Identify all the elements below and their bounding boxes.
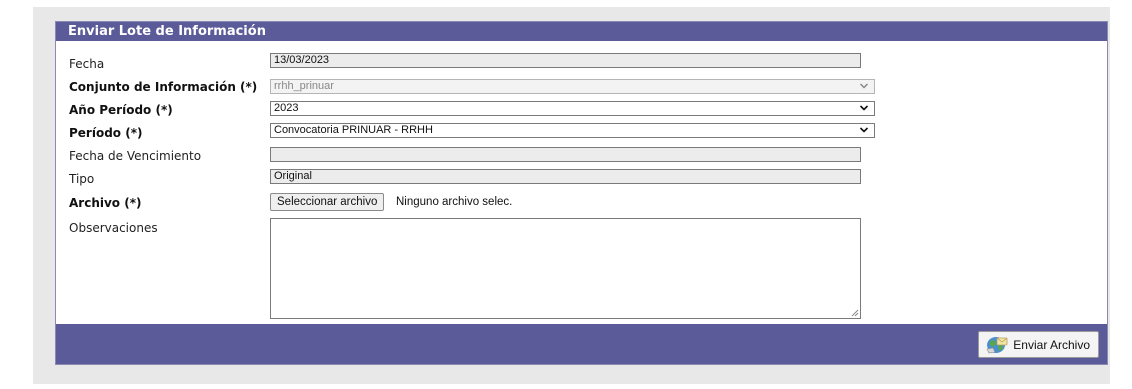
anio-select[interactable]: 2023 bbox=[270, 101, 875, 116]
fecha-field: 13/03/2023 bbox=[270, 53, 861, 68]
anio-value: 2023 bbox=[274, 102, 299, 114]
archivo-label: Archivo (*) bbox=[69, 196, 142, 210]
conjunto-label: Conjunto de Información (*) bbox=[69, 80, 258, 94]
panel-title: Enviar Lote de Información bbox=[56, 22, 1107, 41]
observaciones-label: Observaciones bbox=[69, 221, 158, 235]
resize-grip-icon[interactable] bbox=[850, 308, 859, 317]
send-file-button[interactable]: Enviar Archivo bbox=[978, 331, 1099, 358]
periodo-label: Período (*) bbox=[69, 126, 143, 140]
chevron-down-icon bbox=[859, 127, 869, 133]
chevron-down-icon bbox=[859, 105, 869, 111]
tipo-label: Tipo bbox=[69, 172, 95, 186]
select-file-button[interactable]: Seleccionar archivo bbox=[270, 193, 385, 211]
observaciones-textarea[interactable] bbox=[270, 218, 861, 319]
fecha-label: Fecha bbox=[69, 57, 105, 71]
vencimiento-label: Fecha de Vencimiento bbox=[69, 149, 202, 163]
anio-label: Año Período (*) bbox=[69, 103, 173, 117]
periodo-value: Convocatoria PRINUAR - RRHH bbox=[274, 124, 433, 136]
send-file-label: Enviar Archivo bbox=[1013, 337, 1090, 352]
chevron-down-icon bbox=[859, 83, 869, 89]
send-archive-icon bbox=[986, 336, 1008, 353]
panel-footer: Enviar Archivo bbox=[56, 324, 1107, 364]
upload-form-panel: Enviar Lote de Información Fecha 13/03/2… bbox=[55, 21, 1108, 365]
conjunto-value: rrhh_prinuar bbox=[274, 80, 334, 92]
periodo-select[interactable]: Convocatoria PRINUAR - RRHH bbox=[270, 123, 875, 138]
file-status-text: Ninguno archivo selec. bbox=[396, 196, 513, 208]
conjunto-select[interactable]: rrhh_prinuar bbox=[270, 79, 875, 94]
vencimiento-field bbox=[270, 147, 861, 162]
tipo-field: Original bbox=[270, 169, 861, 184]
